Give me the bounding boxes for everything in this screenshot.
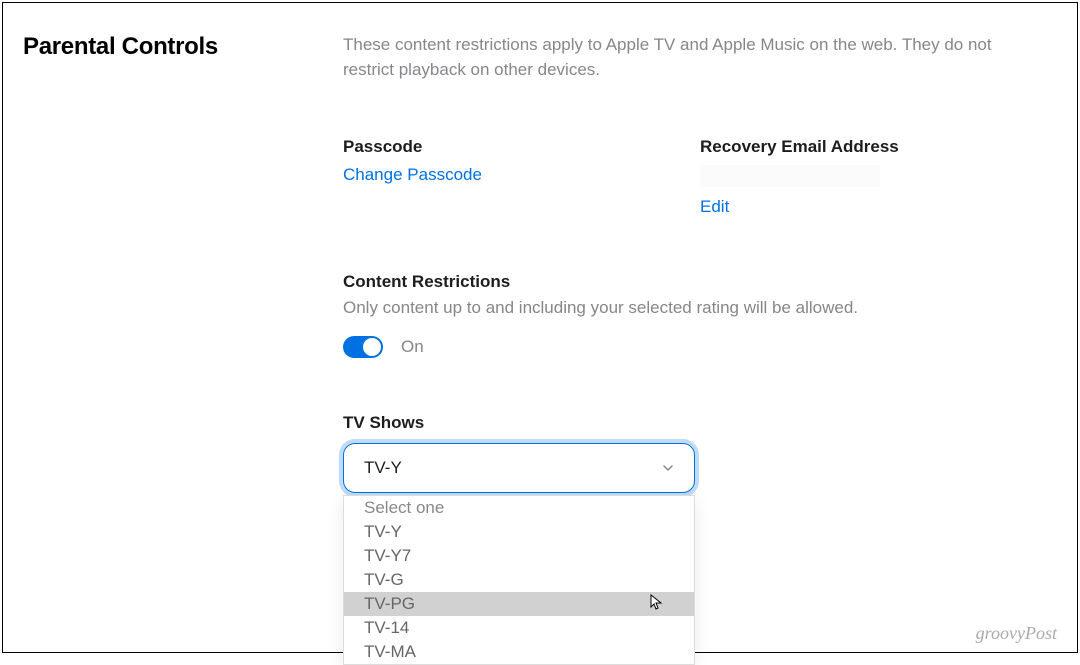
dropdown-item-tv-14[interactable]: TV-14 [344, 616, 694, 640]
change-passcode-link[interactable]: Change Passcode [343, 165, 660, 185]
tv-shows-dropdown: Select one TV-Y TV-Y7 TV-G TV-PG TV-14 T… [343, 495, 695, 665]
tv-shows-select[interactable]: TV-Y [343, 443, 695, 493]
dropdown-item-tv-y7[interactable]: TV-Y7 [344, 544, 694, 568]
content-restrictions-toggle[interactable] [343, 336, 383, 358]
recovery-email-value [700, 165, 880, 187]
tv-shows-label: TV Shows [343, 413, 1017, 433]
content-restrictions-label: Content Restrictions [343, 272, 1017, 292]
cursor-icon [650, 594, 664, 612]
recovery-email-label: Recovery Email Address [700, 137, 1017, 157]
toggle-state-label: On [401, 337, 424, 357]
chevron-down-icon [662, 462, 674, 474]
watermark: groovyPost [976, 623, 1057, 644]
dropdown-item-tv-y[interactable]: TV-Y [344, 520, 694, 544]
page-title: Parental Controls [23, 33, 283, 61]
dropdown-item-tv-pg[interactable]: TV-PG [344, 592, 694, 616]
passcode-label: Passcode [343, 137, 660, 157]
page-description: These content restrictions apply to Appl… [343, 33, 1017, 82]
content-restrictions-sub: Only content up to and including your se… [343, 298, 1017, 318]
dropdown-item-tv-ma[interactable]: TV-MA [344, 640, 694, 664]
dropdown-item-tv-g[interactable]: TV-G [344, 568, 694, 592]
dropdown-item-label: TV-PG [364, 594, 415, 613]
edit-email-link[interactable]: Edit [700, 197, 1017, 217]
tv-shows-selected-value: TV-Y [364, 458, 402, 478]
dropdown-item-placeholder[interactable]: Select one [344, 496, 694, 520]
